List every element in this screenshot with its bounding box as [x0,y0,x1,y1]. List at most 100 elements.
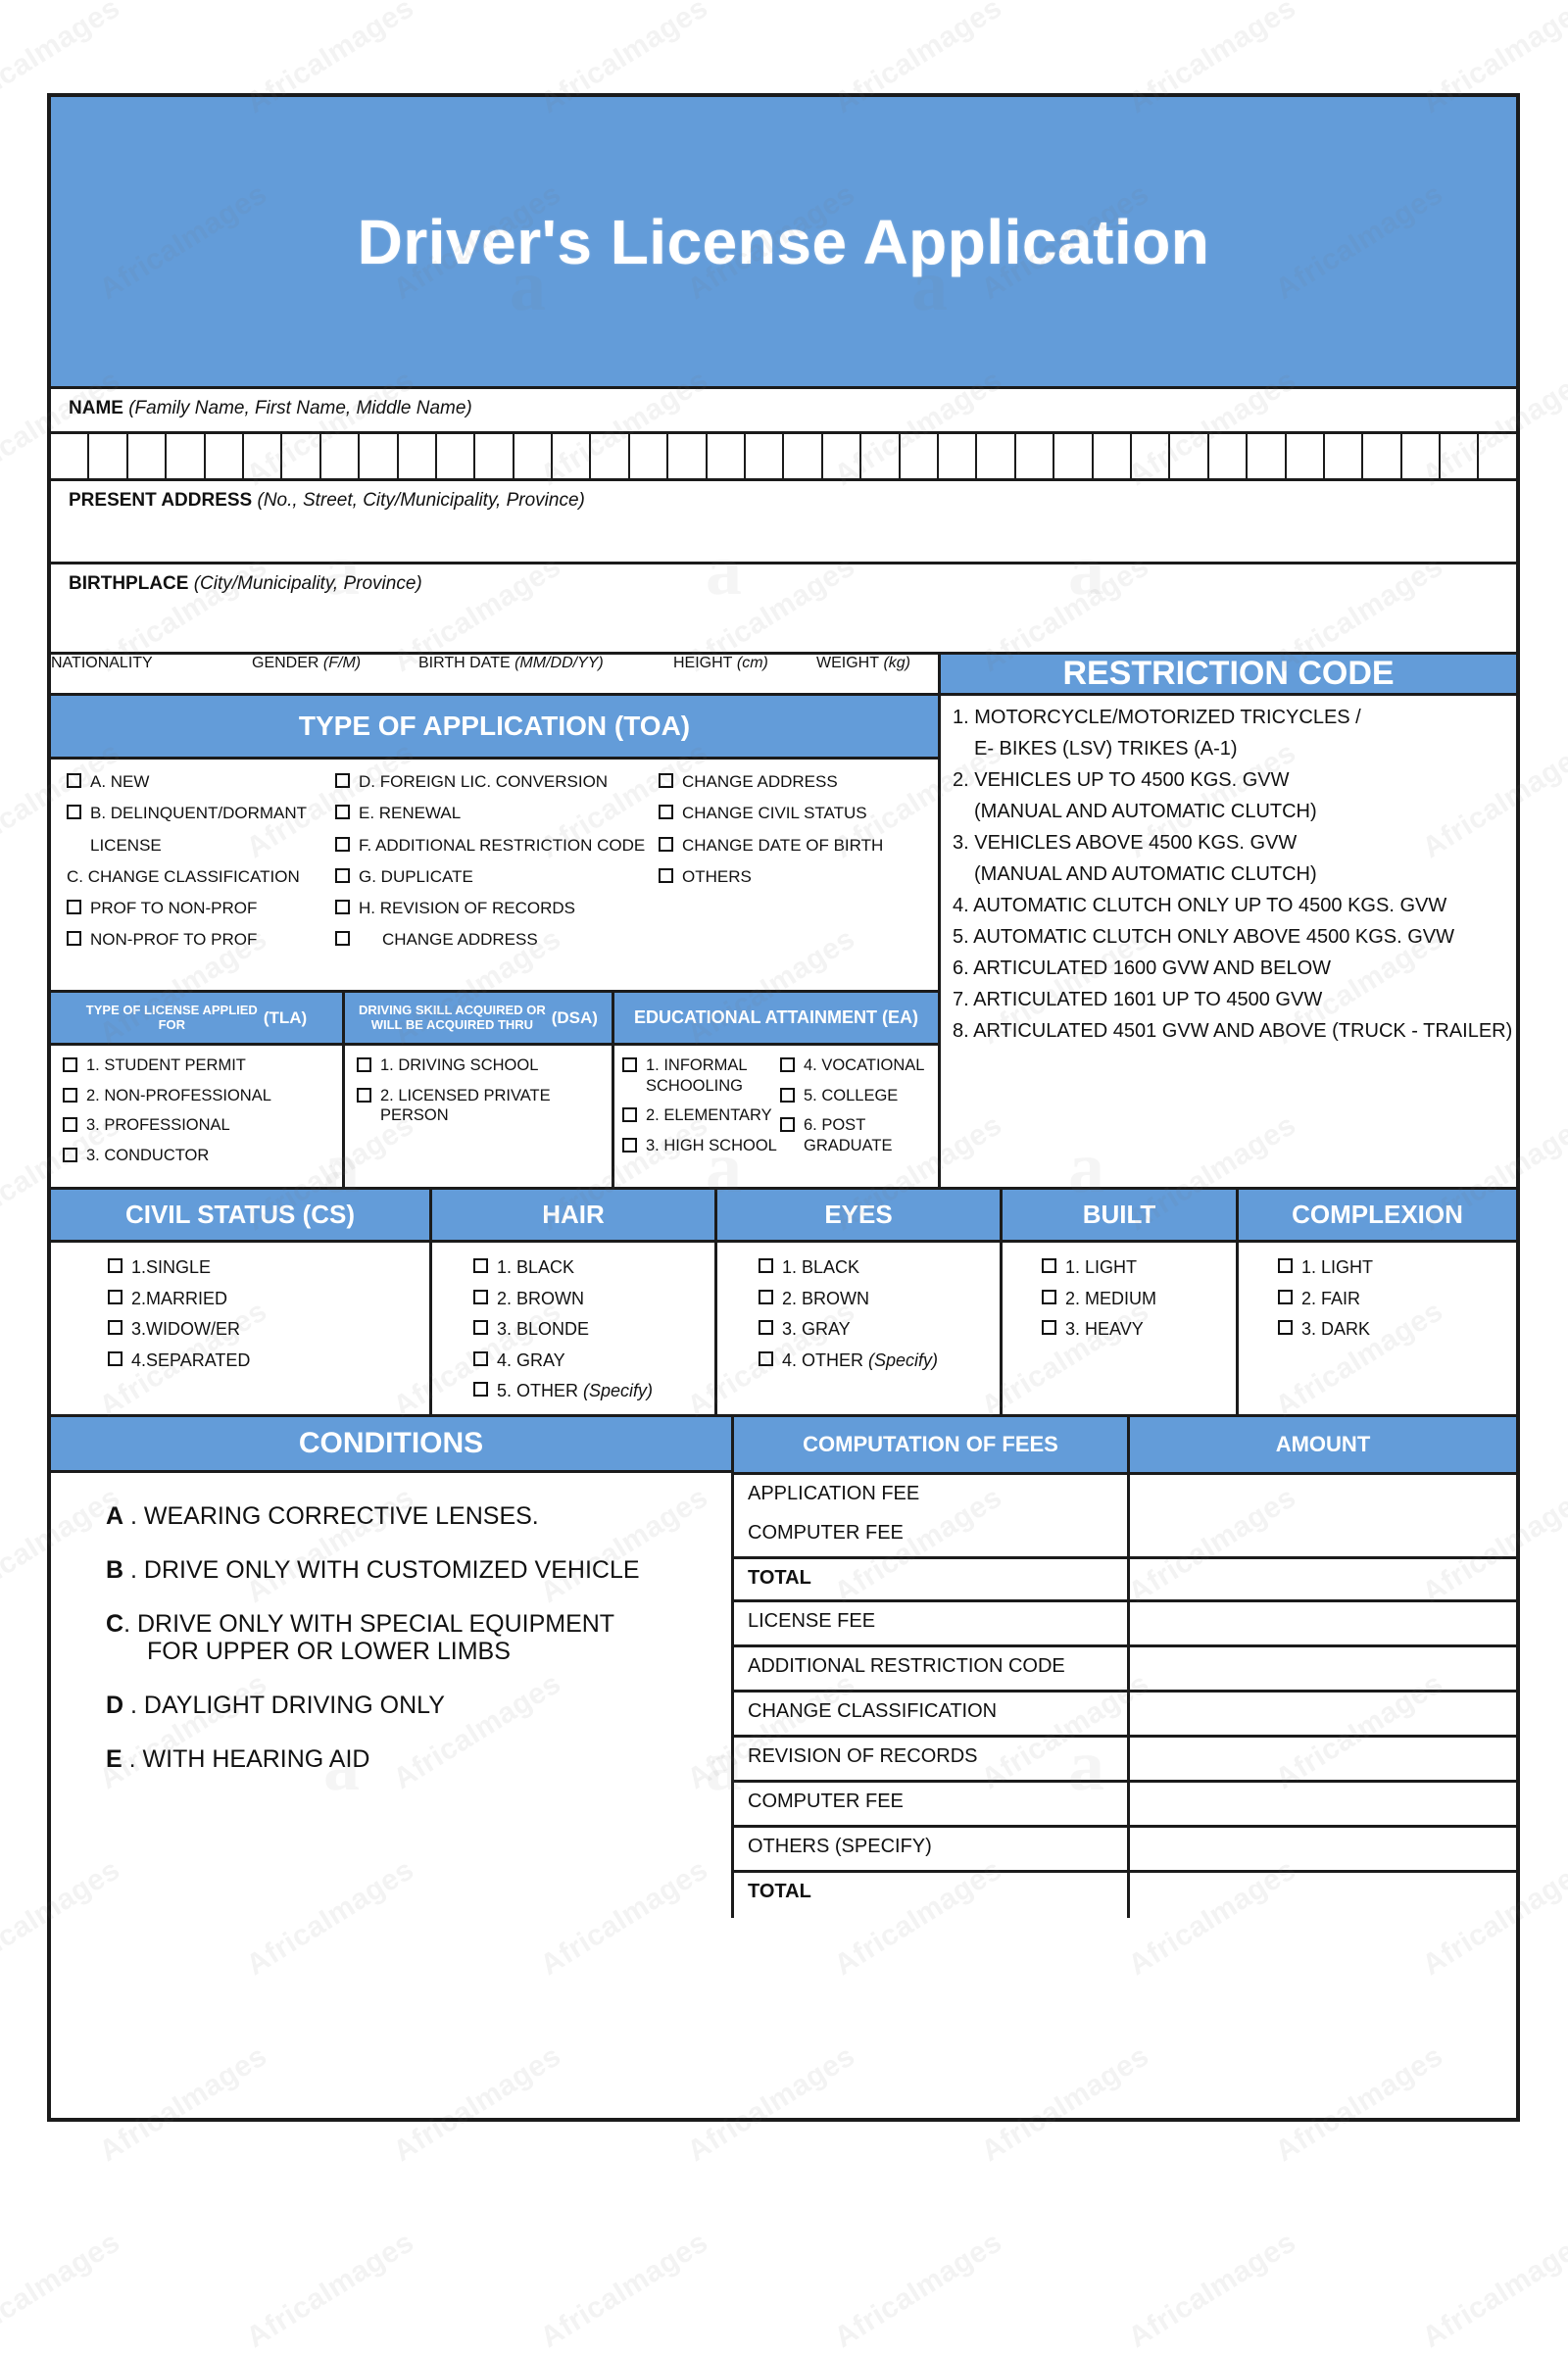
checkbox-icon[interactable] [108,1258,122,1273]
eyes-option[interactable]: 4. OTHER (Specify) [759,1349,1000,1372]
checkbox-icon[interactable] [759,1258,773,1273]
name-cell[interactable] [437,434,476,478]
checkbox-icon[interactable] [622,1137,637,1153]
name-cell[interactable] [977,434,1016,478]
toa-option[interactable]: A. NEW [67,771,335,792]
toa-option[interactable]: D. FOREIGN LIC. CONVERSION [335,771,659,792]
checkbox-icon[interactable] [473,1350,488,1366]
eyes-option[interactable]: 3. GRAY [759,1318,1000,1341]
checkbox-icon[interactable] [780,1057,795,1072]
fee-amount-input[interactable] [1130,1559,1516,1599]
checkbox-icon[interactable] [622,1107,637,1123]
name-cell[interactable] [1287,434,1325,478]
checkbox-icon[interactable] [335,867,350,883]
checkbox-icon[interactable] [63,1117,77,1133]
name-input-cells[interactable] [51,431,1516,478]
name-cell[interactable] [206,434,244,478]
checkbox-icon[interactable] [659,773,673,788]
toa-option[interactable]: CHANGE DATE OF BIRTH [659,835,938,856]
checkbox-icon[interactable] [63,1147,77,1162]
demographic-field-weight[interactable]: WEIGHT (kg) [816,655,938,693]
fee-amount-input[interactable] [1130,1602,1516,1644]
checkbox-icon[interactable] [780,1117,795,1133]
eyes-option[interactable]: 1. BLACK [759,1256,1000,1279]
complexion-option[interactable]: 2. FAIR [1278,1288,1516,1310]
name-cell[interactable] [553,434,592,478]
name-cell[interactable] [128,434,168,478]
checkbox-icon[interactable] [759,1289,773,1304]
name-cell[interactable] [360,434,399,478]
checkbox-icon[interactable] [335,805,350,820]
name-cell[interactable] [746,434,785,478]
name-cell[interactable] [1441,434,1480,478]
name-cell[interactable] [861,434,901,478]
checkbox-icon[interactable] [357,1057,371,1072]
fee-amount-input[interactable] [1130,1738,1516,1780]
checkbox-icon[interactable] [67,900,81,914]
name-cell[interactable] [901,434,939,478]
fee-amount-input[interactable] [1130,1783,1516,1825]
name-cell[interactable] [630,434,669,478]
name-cell[interactable] [399,434,437,478]
tla-option[interactable]: 2. NON-PROFESSIONAL [63,1086,342,1106]
demographic-field-nationality[interactable]: NATIONALITY [51,655,252,693]
toa-option[interactable]: E. RENEWAL [335,803,659,823]
ea-option[interactable]: 3. HIGH SCHOOL [622,1136,780,1156]
checkbox-icon[interactable] [659,836,673,852]
checkbox-icon[interactable] [1278,1320,1293,1335]
checkbox-icon[interactable] [759,1350,773,1366]
checkbox-icon[interactable] [780,1087,795,1103]
checkbox-icon[interactable] [335,931,350,947]
name-cell[interactable] [668,434,708,478]
built-option[interactable]: 1. LIGHT [1042,1256,1236,1279]
checkbox-icon[interactable] [108,1320,122,1335]
demographic-field-gender[interactable]: GENDER (F/M) [252,655,418,693]
checkbox-icon[interactable] [473,1382,488,1397]
fee-amount-input[interactable] [1130,1475,1516,1514]
checkbox-icon[interactable] [1278,1258,1293,1273]
checkbox-icon[interactable] [473,1320,488,1335]
toa-option[interactable]: CHANGE ADDRESS [335,929,659,950]
present-address-block[interactable]: PRESENT ADDRESS (No., Street, City/Munic… [51,478,1516,564]
name-cell[interactable] [1363,434,1402,478]
demographic-field-height[interactable]: HEIGHT (cm) [673,655,816,693]
birthplace-block[interactable]: BIRTHPLACE (City/Municipality, Province) [51,564,1516,655]
checkbox-icon[interactable] [335,836,350,852]
ea-option[interactable]: 1. INFORMAL SCHOOLING [622,1055,780,1096]
name-cell[interactable] [939,434,978,478]
checkbox-icon[interactable] [1042,1258,1056,1273]
name-cell[interactable] [1054,434,1094,478]
ea-option[interactable]: 6. POST GRADUATE [780,1115,938,1155]
checkbox-icon[interactable] [67,805,81,820]
civil-status-option[interactable]: 4.SEPARATED [108,1349,429,1372]
civil-status-option[interactable]: 2.MARRIED [108,1288,429,1310]
hair-option[interactable]: 2. BROWN [473,1288,714,1310]
dsa-option[interactable]: 2. LICENSED PRIVATE PERSON [357,1086,612,1126]
checkbox-icon[interactable] [473,1289,488,1304]
tla-option[interactable]: 3. CONDUCTOR [63,1146,342,1166]
name-cell[interactable] [1479,434,1515,478]
checkbox-icon[interactable] [1042,1320,1056,1335]
name-cell[interactable] [167,434,206,478]
checkbox-icon[interactable] [67,931,81,947]
hair-option[interactable]: 4. GRAY [473,1349,714,1372]
toa-option[interactable]: PROF TO NON-PROF [67,898,335,918]
fee-amount-input[interactable] [1130,1828,1516,1870]
hair-option[interactable]: 5. OTHER (Specify) [473,1380,714,1402]
toa-option[interactable]: G. DUPLICATE [335,866,659,887]
checkbox-icon[interactable] [659,805,673,820]
name-cell[interactable] [1209,434,1249,478]
dsa-option[interactable]: 1. DRIVING SCHOOL [357,1055,612,1076]
checkbox-icon[interactable] [108,1350,122,1366]
hair-option[interactable]: 3. BLONDE [473,1318,714,1341]
tla-option[interactable]: 1. STUDENT PERMIT [63,1055,342,1076]
toa-option[interactable]: F. ADDITIONAL RESTRICTION CODE [335,835,659,856]
name-cell[interactable] [475,434,514,478]
toa-option[interactable]: B. DELINQUENT/DORMANT [67,803,335,823]
checkbox-icon[interactable] [63,1087,77,1103]
built-option[interactable]: 2. MEDIUM [1042,1288,1236,1310]
fee-amount-input[interactable] [1130,1693,1516,1735]
name-cell[interactable] [89,434,128,478]
demographic-field-birth-date[interactable]: BIRTH DATE (MM/DD/YY) [418,655,673,693]
toa-option[interactable]: NON-PROF TO PROF [67,929,335,950]
